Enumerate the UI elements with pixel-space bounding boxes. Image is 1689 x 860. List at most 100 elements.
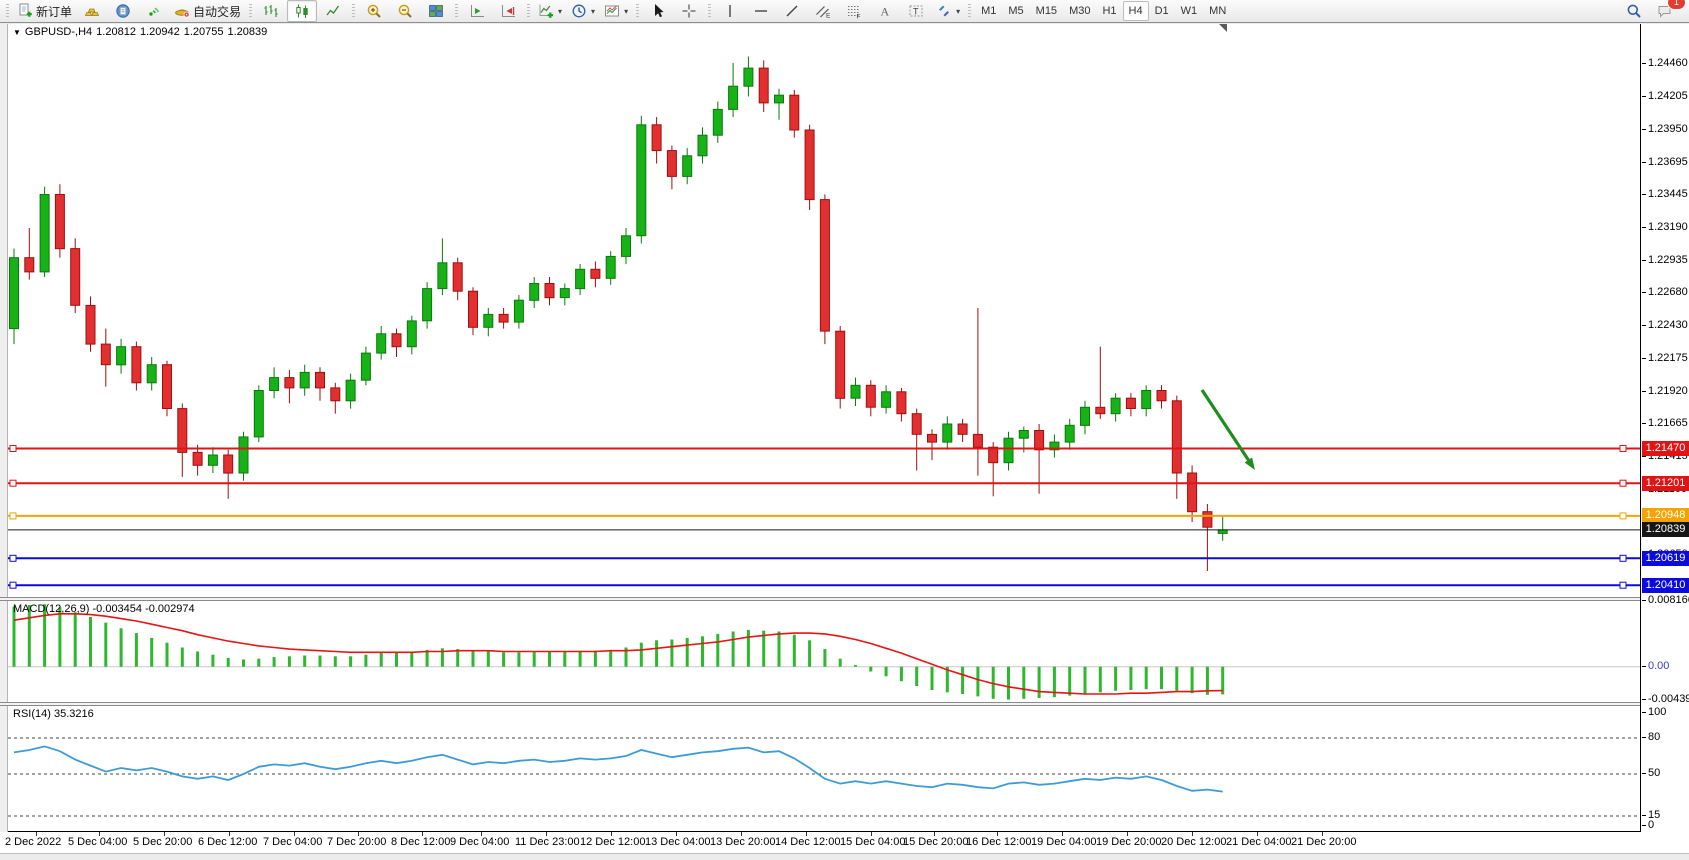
candle-body	[606, 256, 615, 278]
arrows-button[interactable]: ▾	[932, 0, 964, 22]
text-button[interactable]: A	[870, 0, 900, 22]
signals-button[interactable]	[139, 0, 169, 22]
candle-body	[1096, 407, 1105, 413]
line-price-label[interactable]: 1.20410	[1642, 578, 1689, 593]
chart-dropdown-icon[interactable]: ▼	[13, 28, 21, 37]
chat-button[interactable]: 1	[1650, 0, 1680, 22]
line-price-label[interactable]: 1.20948	[1642, 508, 1689, 523]
hline-handle[interactable]	[1620, 446, 1626, 452]
candle-body	[71, 249, 80, 306]
chart-high: 1.20942	[140, 26, 180, 38]
trend-arrow-annotation[interactable]	[1202, 390, 1255, 470]
tf-button-d1[interactable]: D1	[1149, 1, 1175, 21]
bar-chart-button[interactable]	[256, 0, 286, 22]
tf-button-mn[interactable]: MN	[1203, 1, 1232, 21]
candle-body	[530, 284, 539, 301]
auto-scroll-button[interactable]	[493, 0, 523, 22]
templates-caret: ▾	[624, 7, 628, 16]
candlestick-chart-button[interactable]	[287, 0, 317, 22]
hline-handle[interactable]	[1620, 555, 1626, 561]
tf-button-h1[interactable]: H1	[1096, 1, 1122, 21]
chart-close: 1.20839	[227, 26, 267, 38]
zoom-out-button[interactable]	[390, 0, 420, 22]
candle-body	[576, 269, 585, 288]
candle-body	[25, 258, 34, 272]
macd-pane[interactable]: MACD(12,26,9) -0.003454 -0.002974	[8, 601, 1640, 702]
tf-button-m15[interactable]: M15	[1030, 1, 1063, 21]
hline-handle[interactable]	[1620, 513, 1626, 519]
auto-trading-button[interactable]: 自动交易	[170, 0, 245, 22]
macd-signal-line	[14, 614, 1223, 694]
line-price-label[interactable]: 1.20839	[1642, 522, 1689, 537]
timeframe-clock-button[interactable]: ▾	[567, 0, 599, 22]
hline-handle[interactable]	[1620, 480, 1626, 486]
hline-handle[interactable]	[10, 480, 16, 486]
svg-text:T: T	[913, 7, 919, 17]
tf-button-m5[interactable]: M5	[1002, 1, 1029, 21]
time-label: 6 Dec 12:00	[198, 836, 257, 848]
price-axis[interactable]: 1.244601.242051.239501.236951.234451.231…	[1640, 24, 1689, 832]
tf-button-h4[interactable]: H4	[1123, 1, 1149, 21]
hline-handle[interactable]	[10, 582, 16, 588]
line-chart-button[interactable]	[318, 0, 348, 22]
search-button[interactable]	[1619, 0, 1649, 22]
line-price-label[interactable]: 1.20619	[1642, 551, 1689, 566]
tf-button-w1[interactable]: W1	[1175, 1, 1204, 21]
add-indicator-button[interactable]: ▾	[534, 0, 566, 22]
news-button[interactable]	[108, 0, 138, 22]
templates-button[interactable]: ▾	[600, 0, 632, 22]
toolbar-grip	[6, 4, 9, 19]
time-tick	[164, 832, 165, 836]
vertical-line-icon	[722, 3, 738, 19]
line-price-label[interactable]: 1.21470	[1642, 441, 1689, 456]
toolbar-grip	[527, 4, 530, 19]
vertical-line-button[interactable]	[715, 0, 745, 22]
zoom-in-button[interactable]	[359, 0, 389, 22]
time-label: 21 Dec 04:00	[1226, 836, 1291, 848]
candle-body	[208, 455, 217, 465]
new-order-button[interactable]: 新订单	[13, 0, 76, 22]
chart-shift-marker[interactable]	[1219, 24, 1227, 32]
candle-body	[10, 258, 19, 329]
hline-handle[interactable]	[10, 446, 16, 452]
chart-open: 1.20812	[96, 26, 136, 38]
gold-button[interactable]	[77, 0, 107, 22]
main-chart-pane[interactable]: ▼GBPUSD-,H41.208121.209421.207551.20839	[8, 24, 1640, 597]
candle-body	[775, 95, 784, 103]
time-label: 13 Dec 20:00	[710, 836, 775, 848]
time-axis[interactable]: 2 Dec 20225 Dec 04:005 Dec 20:006 Dec 12…	[0, 832, 1689, 853]
pane-splitter[interactable]	[0, 702, 1689, 706]
zoom-out-icon	[397, 3, 413, 19]
tf-button-m30[interactable]: M30	[1063, 1, 1096, 21]
pane-splitter[interactable]	[0, 597, 1689, 601]
toolbar-grip	[708, 4, 711, 19]
toolbar-grip	[968, 4, 971, 19]
cursor-button[interactable]	[643, 0, 673, 22]
time-label: 14 Dec 12:00	[775, 836, 840, 848]
time-tick	[611, 832, 612, 836]
trend-line-button[interactable]	[777, 0, 807, 22]
hline-handle[interactable]	[10, 513, 16, 519]
line-price-label[interactable]: 1.21201	[1642, 476, 1689, 491]
crosshair-button[interactable]	[674, 0, 704, 22]
tf-button-m1[interactable]: M1	[975, 1, 1002, 21]
candle-body	[300, 372, 309, 388]
candle-body	[484, 314, 493, 327]
time-tick	[1127, 832, 1128, 836]
candle-body	[698, 135, 707, 156]
candle-body	[1218, 530, 1227, 534]
rsi-plot	[8, 706, 1640, 831]
chart-shift-button[interactable]	[462, 0, 492, 22]
hline-handle[interactable]	[1620, 582, 1626, 588]
text-icon: A	[877, 3, 893, 19]
rsi-pane[interactable]: RSI(14) 35.3216	[8, 706, 1640, 832]
price-tick: 1.23695	[1648, 156, 1688, 169]
equidistant-channel-button[interactable]: E	[808, 0, 838, 22]
horizontal-line-button[interactable]	[746, 0, 776, 22]
tile-windows-button[interactable]	[421, 0, 451, 22]
candle-body	[132, 347, 141, 383]
hline-handle[interactable]	[10, 555, 16, 561]
text-label-button[interactable]: T	[901, 0, 931, 22]
equidistant-channel-icon: E	[815, 3, 831, 19]
fibonacci-button[interactable]: F	[839, 0, 869, 22]
